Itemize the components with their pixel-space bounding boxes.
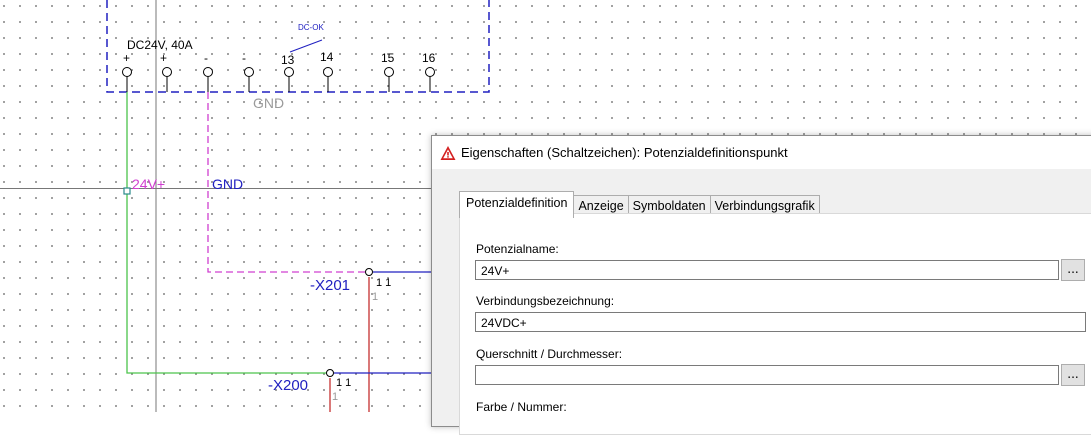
potential-definition-point[interactable]	[123, 187, 131, 195]
terminal-label: 14	[320, 50, 334, 64]
x201-label: -X201	[310, 277, 350, 294]
x201-terminal-number: 1 1	[376, 277, 391, 289]
gnd-device-label: GND	[253, 95, 284, 111]
warning-triangle-icon	[440, 145, 456, 160]
x200-label: -X200	[268, 377, 308, 394]
terminal-connector[interactable]	[162, 67, 172, 77]
terminal-label: 13	[281, 53, 295, 67]
tab-potenzialdefinition[interactable]: Potenzialdefinition	[459, 191, 575, 218]
terminal-group: + + - - 13 14 15 16	[122, 50, 436, 92]
potenzialname-input[interactable]: 24V+	[475, 260, 1059, 280]
terminal-label: 15	[381, 51, 395, 65]
terminal-connector[interactable]	[122, 67, 132, 77]
verbindung-label: Verbindungsbezeichnung:	[476, 294, 615, 308]
x201-sub-number: 1	[372, 291, 378, 303]
properties-dialog[interactable]: Eigenschaften (Schaltzeichen): Potenzial…	[431, 135, 1091, 435]
x200-terminal-number: 1 1	[336, 377, 351, 389]
terminal-label: +	[123, 51, 130, 65]
potential-24v-label: 24V+	[132, 176, 165, 192]
terminal-connector[interactable]	[244, 67, 254, 77]
dialog-titlebar[interactable]: Eigenschaften (Schaltzeichen): Potenzial…	[432, 136, 1091, 169]
terminal-connector[interactable]	[203, 67, 213, 77]
potential-gnd-label: GND	[212, 176, 243, 192]
x201-terminal-connector[interactable]	[365, 268, 373, 276]
terminal-connector[interactable]	[425, 67, 435, 77]
terminal-connector[interactable]	[384, 67, 394, 77]
device-label: DC24V, 40A	[127, 38, 193, 52]
terminal-label: -	[204, 51, 208, 65]
terminal-connector[interactable]	[323, 67, 333, 77]
dc-ok-contact	[289, 39, 323, 53]
verbindung-input[interactable]: 24VDC+	[475, 312, 1086, 332]
terminal-label: -	[242, 51, 246, 65]
wire-24v[interactable]	[126, 92, 330, 374]
tab-panel: Potenzialname: 24V+ ... Verbindungsbezei…	[459, 213, 1091, 435]
terminal-label: +	[160, 51, 167, 65]
querschnitt-browse-button[interactable]: ...	[1061, 364, 1085, 386]
terminal-connector[interactable]	[284, 67, 294, 77]
dc-ok-label: DC-OK	[298, 23, 324, 32]
potenzialname-browse-button[interactable]: ...	[1061, 259, 1085, 281]
dialog-title: Eigenschaften (Schaltzeichen): Potenzial…	[461, 145, 788, 160]
querschnitt-label: Querschnitt / Durchmesser:	[476, 347, 623, 361]
x200-terminal-connector[interactable]	[326, 369, 334, 377]
x200-sub-number: 1	[332, 391, 338, 403]
potenzialname-label: Potenzialname:	[476, 242, 559, 256]
terminal-label: 16	[422, 51, 436, 65]
querschnitt-input[interactable]	[475, 365, 1059, 385]
